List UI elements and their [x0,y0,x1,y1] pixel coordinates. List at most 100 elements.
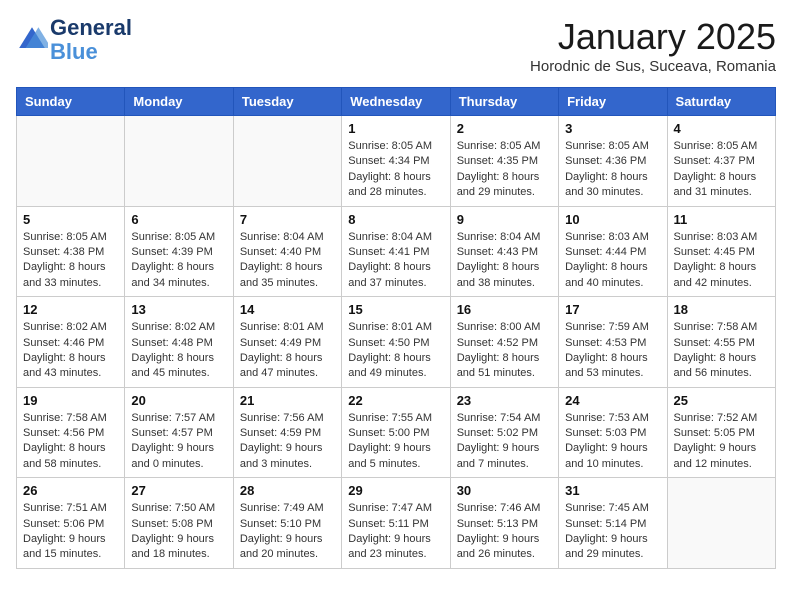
calendar-cell: 30 Sunrise: 7:46 AM Sunset: 5:13 PM Dayli… [450,478,558,569]
day-info: Sunrise: 8:04 AM Sunset: 4:40 PM Dayligh… [240,230,335,292]
day-number: 1 [348,121,443,136]
calendar-cell: 1 Sunrise: 8:05 AM Sunset: 4:34 PM Daylig… [342,116,450,207]
day-number: 28 [240,483,335,498]
day-info: Sunrise: 8:02 AM Sunset: 4:46 PM Dayligh… [23,320,118,382]
day-info: Sunrise: 8:04 AM Sunset: 4:43 PM Dayligh… [457,230,552,292]
weekday-header-thursday: Thursday [450,88,558,116]
day-info: Sunrise: 8:01 AM Sunset: 4:50 PM Dayligh… [348,320,443,382]
calendar-cell: 17 Sunrise: 7:59 AM Sunset: 4:53 PM Dayli… [559,297,667,388]
weekday-header-sunday: Sunday [17,88,125,116]
day-number: 29 [348,483,443,498]
calendar-cell [125,116,233,207]
page-header: GeneralBlue January 2025 Horodnic de Sus… [16,16,776,75]
day-info: Sunrise: 8:00 AM Sunset: 4:52 PM Dayligh… [457,320,552,382]
day-number: 4 [674,121,769,136]
day-number: 5 [23,212,118,227]
day-info: Sunrise: 8:05 AM Sunset: 4:35 PM Dayligh… [457,139,552,201]
calendar-cell: 11Sunrise: 8:03 AM Sunset: 4:45 PM Dayli… [667,206,775,297]
calendar-week-3: 12 Sunrise: 8:02 AM Sunset: 4:46 PM Dayli… [17,297,776,388]
day-number: 21 [240,393,335,408]
day-number: 12 [23,302,118,317]
calendar-cell: 24 Sunrise: 7:53 AM Sunset: 5:03 PM Dayli… [559,387,667,478]
day-number: 17 [565,302,660,317]
calendar-cell [17,116,125,207]
calendar-cell: 22 Sunrise: 7:55 AM Sunset: 5:00 PM Dayli… [342,387,450,478]
calendar-cell: 7 Sunrise: 8:04 AM Sunset: 4:40 PM Daylig… [233,206,341,297]
day-number: 22 [348,393,443,408]
day-info: Sunrise: 7:56 AM Sunset: 4:59 PM Dayligh… [240,411,335,473]
day-info: Sunrise: 7:57 AM Sunset: 4:57 PM Dayligh… [131,411,226,473]
logo-text: GeneralBlue [50,16,132,64]
logo-icon [16,24,48,56]
day-info: Sunrise: 7:58 AM Sunset: 4:55 PM Dayligh… [674,320,769,382]
day-number: 6 [131,212,226,227]
weekday-header-saturday: Saturday [667,88,775,116]
calendar-cell: 8Sunrise: 8:04 AM Sunset: 4:41 PM Daylig… [342,206,450,297]
day-info: Sunrise: 8:05 AM Sunset: 4:39 PM Dayligh… [131,230,226,292]
title-block: January 2025 Horodnic de Sus, Suceava, R… [530,16,776,75]
calendar-cell: 28 Sunrise: 7:49 AM Sunset: 5:10 PM Dayli… [233,478,341,569]
day-info: Sunrise: 7:45 AM Sunset: 5:14 PM Dayligh… [565,501,660,563]
day-number: 15 [348,302,443,317]
calendar-cell: 21 Sunrise: 7:56 AM Sunset: 4:59 PM Dayli… [233,387,341,478]
weekday-header-row: SundayMondayTuesdayWednesdayThursdayFrid… [17,88,776,116]
day-info: Sunrise: 8:05 AM Sunset: 4:34 PM Dayligh… [348,139,443,201]
calendar-week-4: 19 Sunrise: 7:58 AM Sunset: 4:56 PM Dayli… [17,387,776,478]
day-info: Sunrise: 7:59 AM Sunset: 4:53 PM Dayligh… [565,320,660,382]
calendar-cell: 27Sunrise: 7:50 AM Sunset: 5:08 PM Dayli… [125,478,233,569]
location-subtitle: Horodnic de Sus, Suceava, Romania [530,58,776,75]
day-number: 25 [674,393,769,408]
weekday-header-wednesday: Wednesday [342,88,450,116]
day-info: Sunrise: 7:51 AM Sunset: 5:06 PM Dayligh… [23,501,118,563]
calendar-cell: 19 Sunrise: 7:58 AM Sunset: 4:56 PM Dayli… [17,387,125,478]
day-number: 23 [457,393,552,408]
calendar-cell: 2Sunrise: 8:05 AM Sunset: 4:35 PM Daylig… [450,116,558,207]
day-number: 10 [565,212,660,227]
day-number: 3 [565,121,660,136]
day-number: 30 [457,483,552,498]
calendar-cell: 20 Sunrise: 7:57 AM Sunset: 4:57 PM Dayli… [125,387,233,478]
day-info: Sunrise: 8:05 AM Sunset: 4:36 PM Dayligh… [565,139,660,201]
calendar-cell: 15 Sunrise: 8:01 AM Sunset: 4:50 PM Dayli… [342,297,450,388]
calendar-week-1: 1 Sunrise: 8:05 AM Sunset: 4:34 PM Daylig… [17,116,776,207]
day-number: 26 [23,483,118,498]
day-info: Sunrise: 8:03 AM Sunset: 4:45 PM Dayligh… [674,230,769,292]
day-info: Sunrise: 8:03 AM Sunset: 4:44 PM Dayligh… [565,230,660,292]
calendar-cell: 18 Sunrise: 7:58 AM Sunset: 4:55 PM Dayli… [667,297,775,388]
calendar-cell: 16 Sunrise: 8:00 AM Sunset: 4:52 PM Dayli… [450,297,558,388]
calendar-cell: 4 Sunrise: 8:05 AM Sunset: 4:37 PM Daylig… [667,116,775,207]
day-number: 19 [23,393,118,408]
day-number: 14 [240,302,335,317]
calendar-cell: 23 Sunrise: 7:54 AM Sunset: 5:02 PM Dayli… [450,387,558,478]
day-info: Sunrise: 7:49 AM Sunset: 5:10 PM Dayligh… [240,501,335,563]
day-number: 16 [457,302,552,317]
calendar-cell: 6 Sunrise: 8:05 AM Sunset: 4:39 PM Daylig… [125,206,233,297]
day-info: Sunrise: 8:02 AM Sunset: 4:48 PM Dayligh… [131,320,226,382]
day-info: Sunrise: 7:47 AM Sunset: 5:11 PM Dayligh… [348,501,443,563]
calendar-table: SundayMondayTuesdayWednesdayThursdayFrid… [16,87,776,569]
calendar-cell: 5Sunrise: 8:05 AM Sunset: 4:38 PM Daylig… [17,206,125,297]
calendar-cell [667,478,775,569]
calendar-cell: 9Sunrise: 8:04 AM Sunset: 4:43 PM Daylig… [450,206,558,297]
day-info: Sunrise: 7:52 AM Sunset: 5:05 PM Dayligh… [674,411,769,473]
day-info: Sunrise: 8:01 AM Sunset: 4:49 PM Dayligh… [240,320,335,382]
day-number: 20 [131,393,226,408]
day-info: Sunrise: 8:05 AM Sunset: 4:37 PM Dayligh… [674,139,769,201]
day-number: 8 [348,212,443,227]
day-info: Sunrise: 7:54 AM Sunset: 5:02 PM Dayligh… [457,411,552,473]
weekday-header-friday: Friday [559,88,667,116]
calendar-cell: 25 Sunrise: 7:52 AM Sunset: 5:05 PM Dayli… [667,387,775,478]
day-number: 7 [240,212,335,227]
day-info: Sunrise: 7:55 AM Sunset: 5:00 PM Dayligh… [348,411,443,473]
calendar-cell: 3 Sunrise: 8:05 AM Sunset: 4:36 PM Daylig… [559,116,667,207]
calendar-week-2: 5Sunrise: 8:05 AM Sunset: 4:38 PM Daylig… [17,206,776,297]
weekday-header-tuesday: Tuesday [233,88,341,116]
calendar-cell: 29 Sunrise: 7:47 AM Sunset: 5:11 PM Dayli… [342,478,450,569]
day-info: Sunrise: 7:58 AM Sunset: 4:56 PM Dayligh… [23,411,118,473]
day-info: Sunrise: 7:46 AM Sunset: 5:13 PM Dayligh… [457,501,552,563]
day-info: Sunrise: 7:50 AM Sunset: 5:08 PM Dayligh… [131,501,226,563]
day-info: Sunrise: 7:53 AM Sunset: 5:03 PM Dayligh… [565,411,660,473]
day-number: 24 [565,393,660,408]
calendar-cell: 10 Sunrise: 8:03 AM Sunset: 4:44 PM Dayli… [559,206,667,297]
day-number: 18 [674,302,769,317]
